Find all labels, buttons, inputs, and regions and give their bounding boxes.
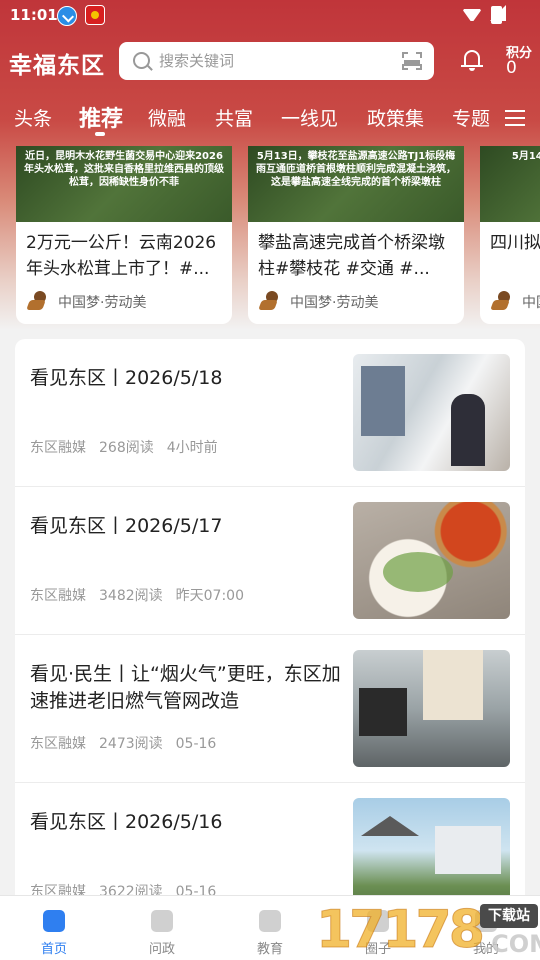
nav-label: 问政 (148, 942, 175, 957)
download-notification-icon (57, 6, 77, 26)
app-header: 幸福东区 积分 0 (0, 38, 540, 84)
card-thumbnail-caption: 5月14日，四川掀起新一轮就业... (511, 151, 540, 162)
card-thumbnail-caption: 5月13日，攀枝花至盐源高速公路TJ1标段梅雨互通匝道桥首根墩柱顺利完成混凝土浇… (256, 151, 456, 188)
news-title: 看见·民生丨让“烟火气”更旺，东区加速推进老旧燃气管网改造 (30, 663, 341, 712)
news-thumbnail (353, 798, 510, 899)
wifi-icon (462, 5, 482, 21)
card-title: 2万元一公斤！云南2026年头水松茸上市了！#... (26, 233, 217, 279)
source-avatar-icon (258, 291, 282, 311)
video-cards-row: 近日，昆明木水花野生菌交易中心迎来2026年头水松茸，这批来自香格里拉维西县的顶… (0, 146, 540, 326)
nav-label: 首页 (40, 942, 67, 957)
category-tabs: 头条 推荐 微融 共富 一线见 政策集 专题 (0, 96, 540, 140)
news-thumbnail (353, 354, 510, 471)
scan-icon[interactable] (402, 52, 422, 70)
news-source: 东区融媒 (30, 440, 86, 456)
nav-home[interactable]: 首页 (0, 896, 108, 960)
news-time: 05-16 (175, 736, 217, 752)
battery-icon (491, 6, 502, 24)
tab-weirong[interactable]: 微融 (148, 104, 186, 131)
status-bar: 11:01 (0, 0, 540, 32)
source-avatar-icon (26, 291, 50, 311)
news-title: 看见东区丨2026/5/18 (30, 367, 223, 389)
news-item[interactable]: 看见·民生丨让“烟火气”更旺，东区加速推进老旧燃气管网改造 东区融媒 2473阅读… (15, 635, 525, 783)
news-thumbnail (353, 502, 510, 619)
card-thumbnail-caption: 近日，昆明木水花野生菌交易中心迎来2026年头水松茸，这批来自香格里拉维西县的顶… (24, 151, 224, 188)
video-card[interactable]: 5月13日，攀枝花至盐源高速公路TJ1标段梅雨互通匝道桥首根墩柱顺利完成混凝土浇… (248, 146, 464, 324)
video-card[interactable]: 近日，昆明木水花野生菌交易中心迎来2026年头水松茸，这批来自香格里拉维西县的顶… (16, 146, 232, 324)
notification-bell-icon[interactable] (461, 48, 483, 72)
news-time: 4小时前 (166, 440, 218, 456)
tab-gongfu[interactable]: 共富 (215, 104, 253, 131)
watermark-number: 17178 (316, 900, 486, 960)
nav-label: 教育 (256, 942, 283, 957)
news-reads: 2473阅读 (99, 736, 163, 752)
news-item[interactable]: 看见东区丨2026/5/16 东区融媒 3622阅读 05-16 (15, 783, 525, 899)
play-icon (259, 910, 281, 932)
news-time: 昨天07:00 (175, 588, 244, 604)
tab-policies[interactable]: 政策集 (367, 104, 424, 131)
news-reads: 268阅读 (99, 440, 154, 456)
app-notification-icon (85, 5, 105, 25)
news-meta: 东区融媒 2473阅读 05-16 (30, 733, 229, 753)
tab-frontline[interactable]: 一线见 (281, 104, 338, 131)
card-source: 中国梦·劳动美 (290, 295, 379, 311)
status-time: 11:01 (10, 6, 58, 24)
news-title: 看见东区丨2026/5/17 (30, 515, 223, 537)
news-meta: 东区融媒 268阅读 4小时前 (30, 437, 231, 457)
home-icon (43, 910, 65, 932)
search-bar[interactable] (119, 42, 434, 80)
source-avatar-icon (490, 291, 514, 311)
points-value[interactable]: 0 (506, 58, 517, 78)
card-title: 攀盐高速完成首个桥梁墩柱#攀枝花 #交通 #... (258, 233, 445, 279)
video-card[interactable]: 5月14日，四川掀起新一轮就业... 四川拟就业可... 中国 (480, 146, 540, 324)
news-source: 东区融媒 (30, 736, 86, 752)
news-reads: 3482阅读 (99, 588, 163, 604)
watermark: 17178 下载站 .COM (312, 900, 540, 960)
card-thumbnail: 近日，昆明木水花野生菌交易中心迎来2026年头水松茸，这批来自香格里拉维西县的顶… (16, 146, 232, 222)
news-item[interactable]: 看见东区丨2026/5/18 东区融媒 268阅读 4小时前 (15, 339, 525, 487)
news-item[interactable]: 看见东区丨2026/5/17 东区融媒 3482阅读 昨天07:00 (15, 487, 525, 635)
tab-recommended[interactable]: 推荐 (79, 101, 123, 133)
search-input[interactable] (159, 42, 399, 80)
news-source: 东区融媒 (30, 588, 86, 604)
card-thumbnail: 5月13日，攀枝花至盐源高速公路TJ1标段梅雨互通匝道桥首根墩柱顺利完成混凝土浇… (248, 146, 464, 222)
nav-education[interactable]: 教育 (216, 896, 324, 960)
card-source: 中国 (522, 295, 540, 311)
active-tab-indicator (95, 132, 105, 136)
nav-inquiry[interactable]: 问政 (108, 896, 216, 960)
watermark-domain: .COM (482, 930, 540, 958)
news-meta: 东区融媒 3482阅读 昨天07:00 (30, 585, 257, 605)
news-feed: 看见东区丨2026/5/18 东区融媒 268阅读 4小时前 看见东区丨2026/5… (15, 339, 525, 899)
card-title: 四川拟就业可... (490, 233, 540, 253)
card-source: 中国梦·劳动美 (58, 295, 147, 311)
watermark-tag: 下载站 (480, 904, 538, 928)
news-thumbnail (353, 650, 510, 767)
news-title: 看见东区丨2026/5/16 (30, 811, 223, 833)
menu-icon[interactable] (505, 110, 525, 126)
card-thumbnail: 5月14日，四川掀起新一轮就业... (480, 146, 540, 222)
tab-topics[interactable]: 专题 (452, 104, 490, 131)
search-icon (133, 52, 150, 69)
bookmark-icon (151, 910, 173, 932)
app-title: 幸福东区 (9, 53, 105, 79)
tab-headlines[interactable]: 头条 (14, 104, 52, 131)
